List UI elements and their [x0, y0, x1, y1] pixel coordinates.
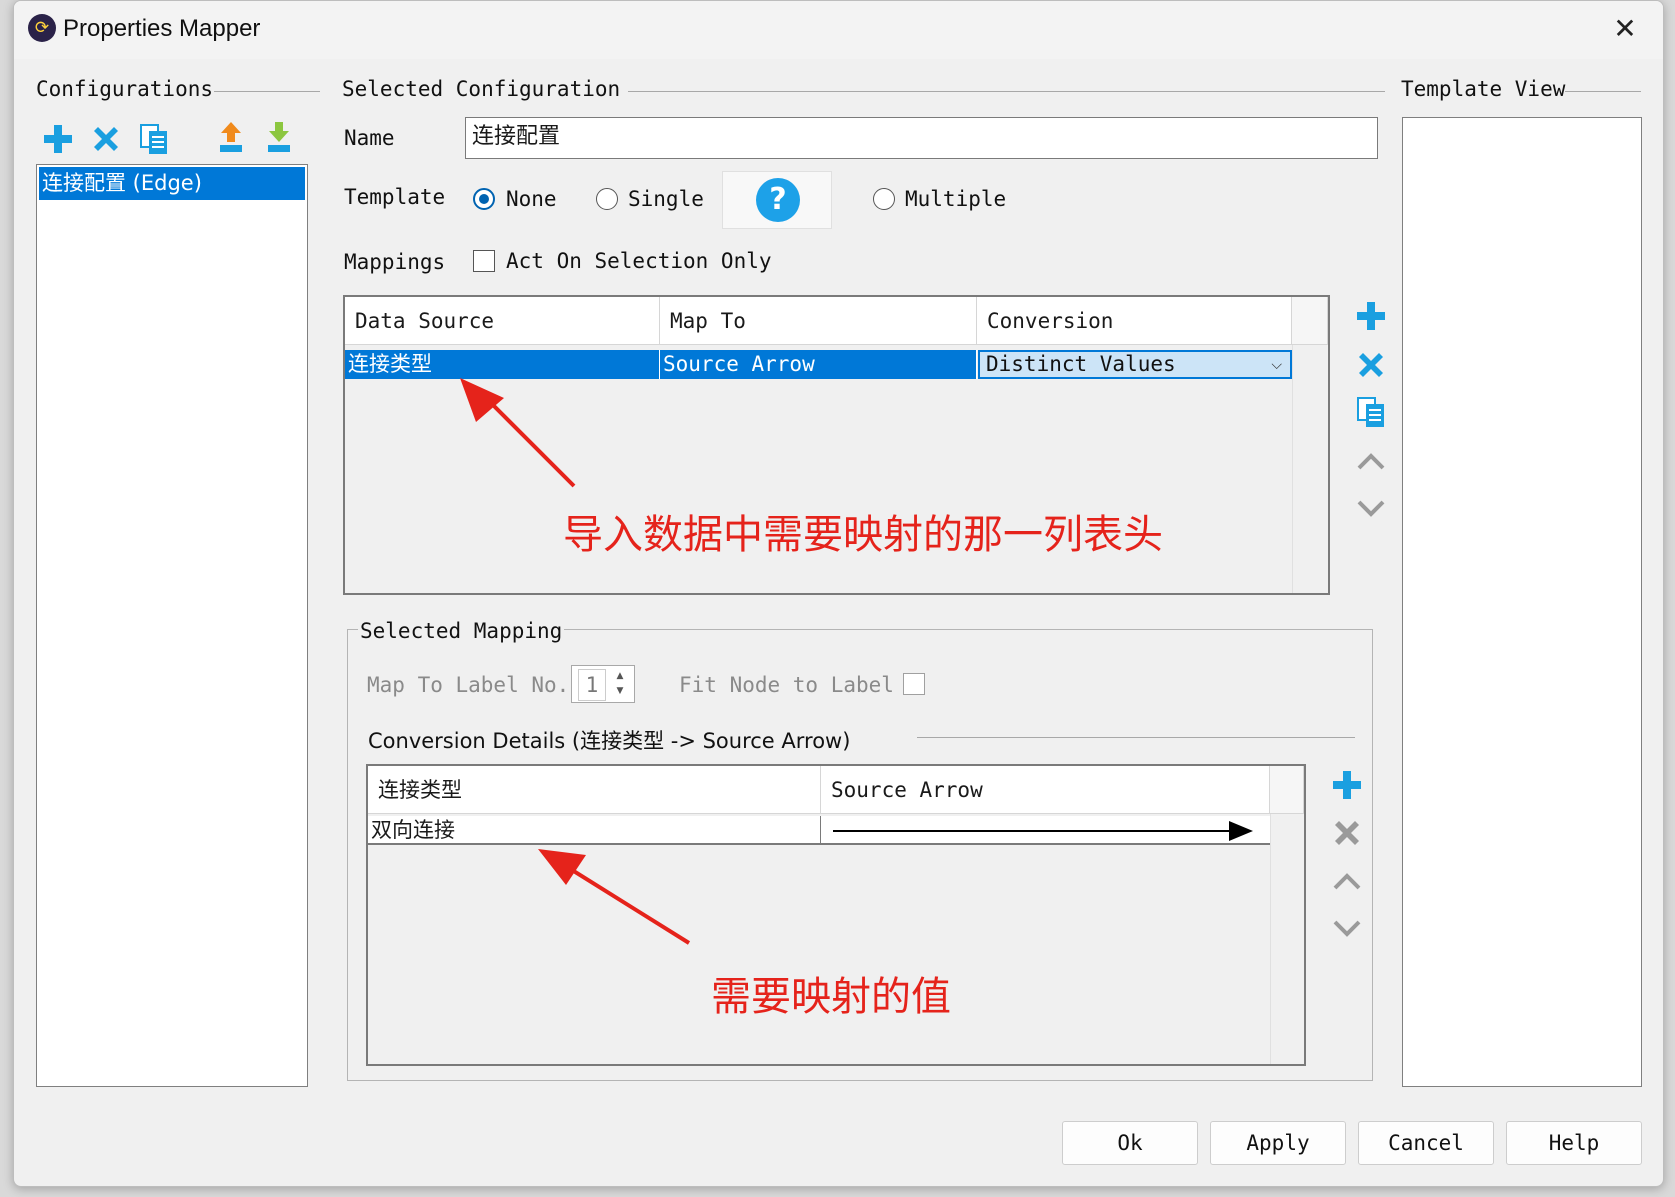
annotation-arrow-top — [460, 378, 576, 488]
add-mapping-icon[interactable] — [1354, 299, 1388, 333]
move-up-conversion-icon[interactable] — [1330, 865, 1364, 899]
fit-node-to-label-checkbox[interactable] — [903, 673, 925, 695]
template-none-radio[interactable] — [473, 188, 495, 210]
conversion-details-title: Conversion Details (连接类型 -> Source Arrow… — [368, 729, 851, 753]
table-scroll-divider — [1292, 345, 1293, 593]
table-header-filler — [1292, 297, 1328, 345]
template-multiple-radio[interactable] — [873, 188, 895, 210]
move-down-conversion-icon[interactable] — [1330, 911, 1364, 945]
annotation-arrow-bottom — [538, 849, 691, 945]
template-single-label[interactable]: Single — [628, 187, 704, 211]
details-scroll-divider — [1270, 814, 1271, 1064]
template-help-box: ? — [722, 171, 832, 229]
configurations-title: Configurations — [36, 77, 214, 101]
column-header-map-to[interactable]: Map To — [660, 297, 977, 345]
mappings-label: Mappings — [344, 250, 446, 274]
app-logo-icon: ⟳ — [28, 14, 56, 42]
close-button[interactable]: ✕ — [1607, 11, 1643, 47]
template-view-title-line — [1565, 91, 1641, 92]
spinner-up-icon[interactable]: ▲ — [609, 669, 631, 684]
delete-conversion-icon[interactable] — [1330, 816, 1364, 850]
import-configuration-icon[interactable] — [262, 120, 296, 154]
add-conversion-icon[interactable] — [1330, 768, 1364, 802]
delete-configuration-icon[interactable] — [89, 122, 123, 156]
ok-button[interactable]: Ok — [1062, 1121, 1198, 1165]
configurations-list[interactable]: 连接配置 (Edge) — [36, 164, 308, 1087]
column-header-conversion[interactable]: Conversion — [977, 297, 1292, 345]
selected-configuration-title-line — [628, 91, 1385, 92]
window-title: Properties Mapper — [63, 15, 261, 42]
title-bar: ⟳ Properties Mapper ✕ — [14, 1, 1663, 59]
map-to-label-no-label: Map To Label No. — [367, 673, 570, 697]
fit-node-to-label-label: Fit Node to Label — [679, 673, 894, 697]
properties-mapper-dialog: ⟳ Properties Mapper ✕ Configurations 连接配… — [13, 0, 1664, 1187]
chevron-down-icon: ⌵ — [1271, 357, 1282, 373]
conversion-details-title-line — [917, 737, 1355, 738]
add-configuration-icon[interactable] — [41, 122, 75, 156]
annotation-top-note: 导入数据中需要映射的那一列表头 — [563, 512, 1163, 558]
template-view-title: Template View — [1401, 77, 1566, 101]
selected-configuration-title: Selected Configuration — [342, 77, 621, 101]
conversion-dropdown[interactable]: Distinct Values ⌵ — [978, 350, 1292, 379]
copy-mapping-icon[interactable] — [1354, 395, 1388, 429]
arrow-style-cell[interactable] — [821, 816, 1271, 845]
act-on-selection-checkbox[interactable] — [473, 250, 495, 272]
map-to-label-no-value[interactable]: 1 — [578, 669, 606, 701]
act-on-selection-label[interactable]: Act On Selection Only — [506, 249, 772, 273]
delete-mapping-icon[interactable] — [1354, 348, 1388, 382]
column-header-data-source[interactable]: Data Source — [345, 297, 660, 345]
name-label: Name — [344, 126, 395, 150]
mapping-data-source-cell[interactable]: 连接类型 — [345, 350, 660, 379]
spinner-down-icon[interactable]: ▼ — [609, 684, 631, 699]
cancel-button[interactable]: Cancel — [1358, 1121, 1494, 1165]
template-view-panel — [1402, 117, 1642, 1087]
export-configuration-icon[interactable] — [214, 120, 248, 154]
help-button[interactable]: Help — [1506, 1121, 1642, 1165]
copy-configuration-icon[interactable] — [137, 122, 171, 156]
configurations-title-line — [214, 91, 320, 92]
column-header-source-value[interactable]: 连接类型 — [368, 766, 821, 814]
conversion-value-cell[interactable]: 双向连接 — [368, 816, 821, 845]
template-single-radio[interactable] — [596, 188, 618, 210]
help-icon[interactable]: ? — [756, 178, 800, 222]
source-arrow-icon — [833, 821, 1253, 841]
template-multiple-label[interactable]: Multiple — [905, 187, 1006, 211]
template-none-label[interactable]: None — [506, 187, 557, 211]
apply-button[interactable]: Apply — [1210, 1121, 1346, 1165]
configuration-item[interactable]: 连接配置 (Edge) — [39, 167, 305, 200]
template-label: Template — [344, 185, 446, 209]
map-to-label-no-spinner[interactable]: 1 ▲ ▼ — [571, 665, 635, 703]
name-input[interactable]: 连接配置 — [465, 117, 1378, 159]
selected-mapping-title: Selected Mapping — [358, 619, 565, 643]
conversion-dropdown-value: Distinct Values — [986, 352, 1176, 376]
move-up-icon[interactable] — [1354, 445, 1388, 479]
mapping-map-to-cell[interactable]: Source Arrow — [660, 350, 977, 379]
details-header-filler — [1270, 766, 1304, 814]
annotation-bottom-note: 需要映射的值 — [711, 974, 951, 1020]
move-down-icon[interactable] — [1354, 491, 1388, 525]
column-header-source-arrow[interactable]: Source Arrow — [821, 766, 1270, 814]
